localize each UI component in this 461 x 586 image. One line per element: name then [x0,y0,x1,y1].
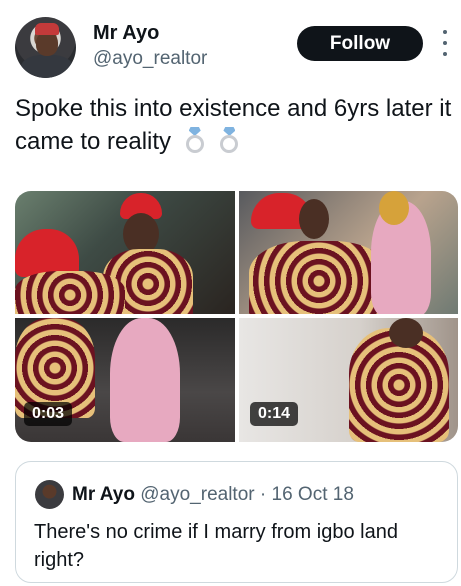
attire-shape [15,271,125,314]
author-handle[interactable]: @ayo_realtor [93,48,207,70]
video-tile[interactable]: 0:03 [15,318,235,442]
follow-button[interactable]: Follow [297,26,423,61]
author-name[interactable]: Mr Ayo [93,22,159,45]
quoted-date: 16 Oct 18 [271,484,354,505]
quoted-author-handle: @ayo_realtor [140,484,255,505]
photo-tile[interactable] [15,191,235,314]
headwrap-shape [379,191,409,225]
quoted-tweet-header: Mr Ayo @ayo_realtor · 16 Oct 18 [72,484,354,506]
avatar-face [36,32,58,56]
more-options-icon[interactable] [440,30,450,56]
avatar-hat [35,23,59,35]
ring-icon [184,127,206,153]
video-duration-badge: 0:03 [24,402,73,426]
red-cap-shape [15,229,79,277]
quoted-separator: · [259,484,267,505]
video-tile[interactable]: 0:14 [239,318,458,442]
quoted-tweet[interactable]: Mr Ayo @ayo_realtor · 16 Oct 18 There's … [15,461,458,583]
tweet-text: Spoke this into existence and 6yrs later… [15,92,455,158]
ring-icon [218,127,240,153]
video-duration-badge: 0:14 [250,402,299,426]
bride-dress-shape [110,318,180,442]
avatar-body [21,55,73,78]
quoted-author-avatar [35,480,64,509]
face-shape [299,199,329,239]
face-shape [389,318,423,348]
quoted-tweet-text: There's no crime if I marry from igbo la… [34,521,398,571]
media-grid: 0:03 0:14 [15,191,458,442]
quoted-author-name: Mr Ayo [72,484,135,505]
attire-shape [249,241,389,314]
author-avatar[interactable] [15,17,76,78]
photo-tile[interactable] [239,191,458,314]
